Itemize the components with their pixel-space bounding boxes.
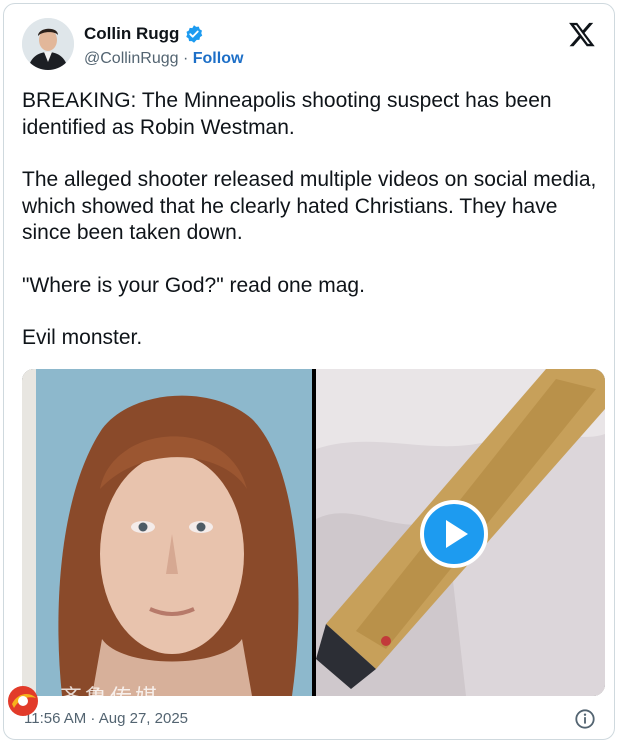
handle[interactable]: @CollinRugg [84, 50, 179, 67]
portrait-photo [22, 369, 312, 696]
display-name-row: Collin Rugg [84, 24, 243, 44]
avatar[interactable] [22, 18, 74, 70]
media-grid [22, 369, 605, 696]
tweet-paragraph: Evil monster. [22, 326, 143, 349]
watermark-logo-icon [8, 686, 38, 716]
tweet-paragraph: The alleged shooter released multiple vi… [22, 168, 597, 244]
tweet-paragraph: "Where is your God?" read one mag. [22, 273, 365, 297]
display-name[interactable]: Collin Rugg [84, 24, 179, 44]
follow-button[interactable]: Follow [193, 50, 244, 67]
info-icon[interactable] [574, 708, 596, 730]
play-button[interactable] [420, 500, 488, 568]
tweet-card: Collin Rugg @CollinRugg · Follow BREAKIN… [3, 3, 615, 740]
avatar-image [22, 18, 74, 70]
handle-row: @CollinRugg · Follow [84, 49, 243, 69]
tweet-paragraph: BREAKING: The Minneapolis shooting suspe… [22, 89, 552, 139]
video-thumbnail[interactable] [316, 369, 605, 696]
watermark-text: 齐鲁传媒 [60, 686, 161, 711]
photo-thumbnail[interactable] [22, 369, 312, 696]
timestamp[interactable]: 11:56 AM · Aug 27, 2025 [24, 710, 188, 727]
play-icon [446, 520, 468, 548]
x-logo-icon[interactable] [568, 20, 596, 48]
tweet-text: BREAKING: The Minneapolis shooting suspe… [22, 88, 597, 378]
tweet-header: Collin Rugg @CollinRugg · Follow [22, 16, 596, 72]
author-names: Collin Rugg @CollinRugg · Follow [84, 24, 243, 69]
verified-badge-icon [186, 25, 203, 43]
separator: · [182, 50, 189, 67]
